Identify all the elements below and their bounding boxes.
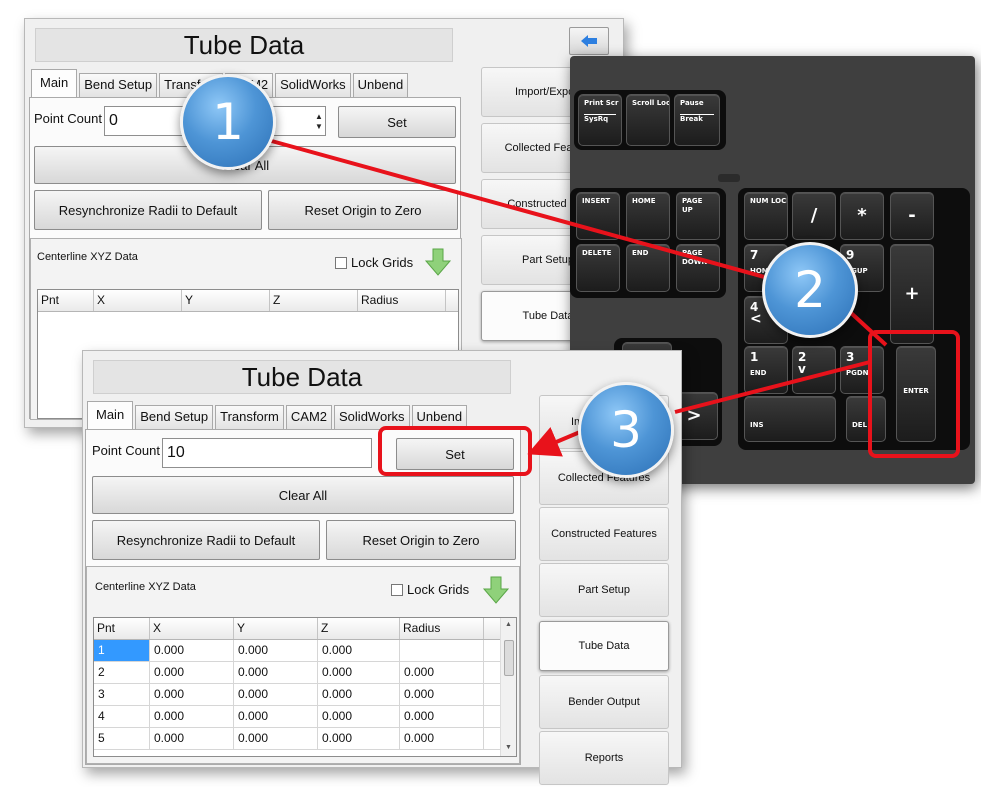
step-2-badge: 2 <box>762 242 858 338</box>
arrow-step1-to-step2 <box>267 138 769 280</box>
arrow-step3-to-set <box>527 427 581 457</box>
arrow-enter-to-step3 <box>674 360 871 414</box>
set-button-highlight <box>378 426 532 476</box>
step-1-badge: 1 <box>180 74 276 170</box>
annotation-arrows <box>267 138 888 457</box>
step-3-badge: 3 <box>578 382 674 478</box>
enter-key-highlight <box>868 330 960 458</box>
